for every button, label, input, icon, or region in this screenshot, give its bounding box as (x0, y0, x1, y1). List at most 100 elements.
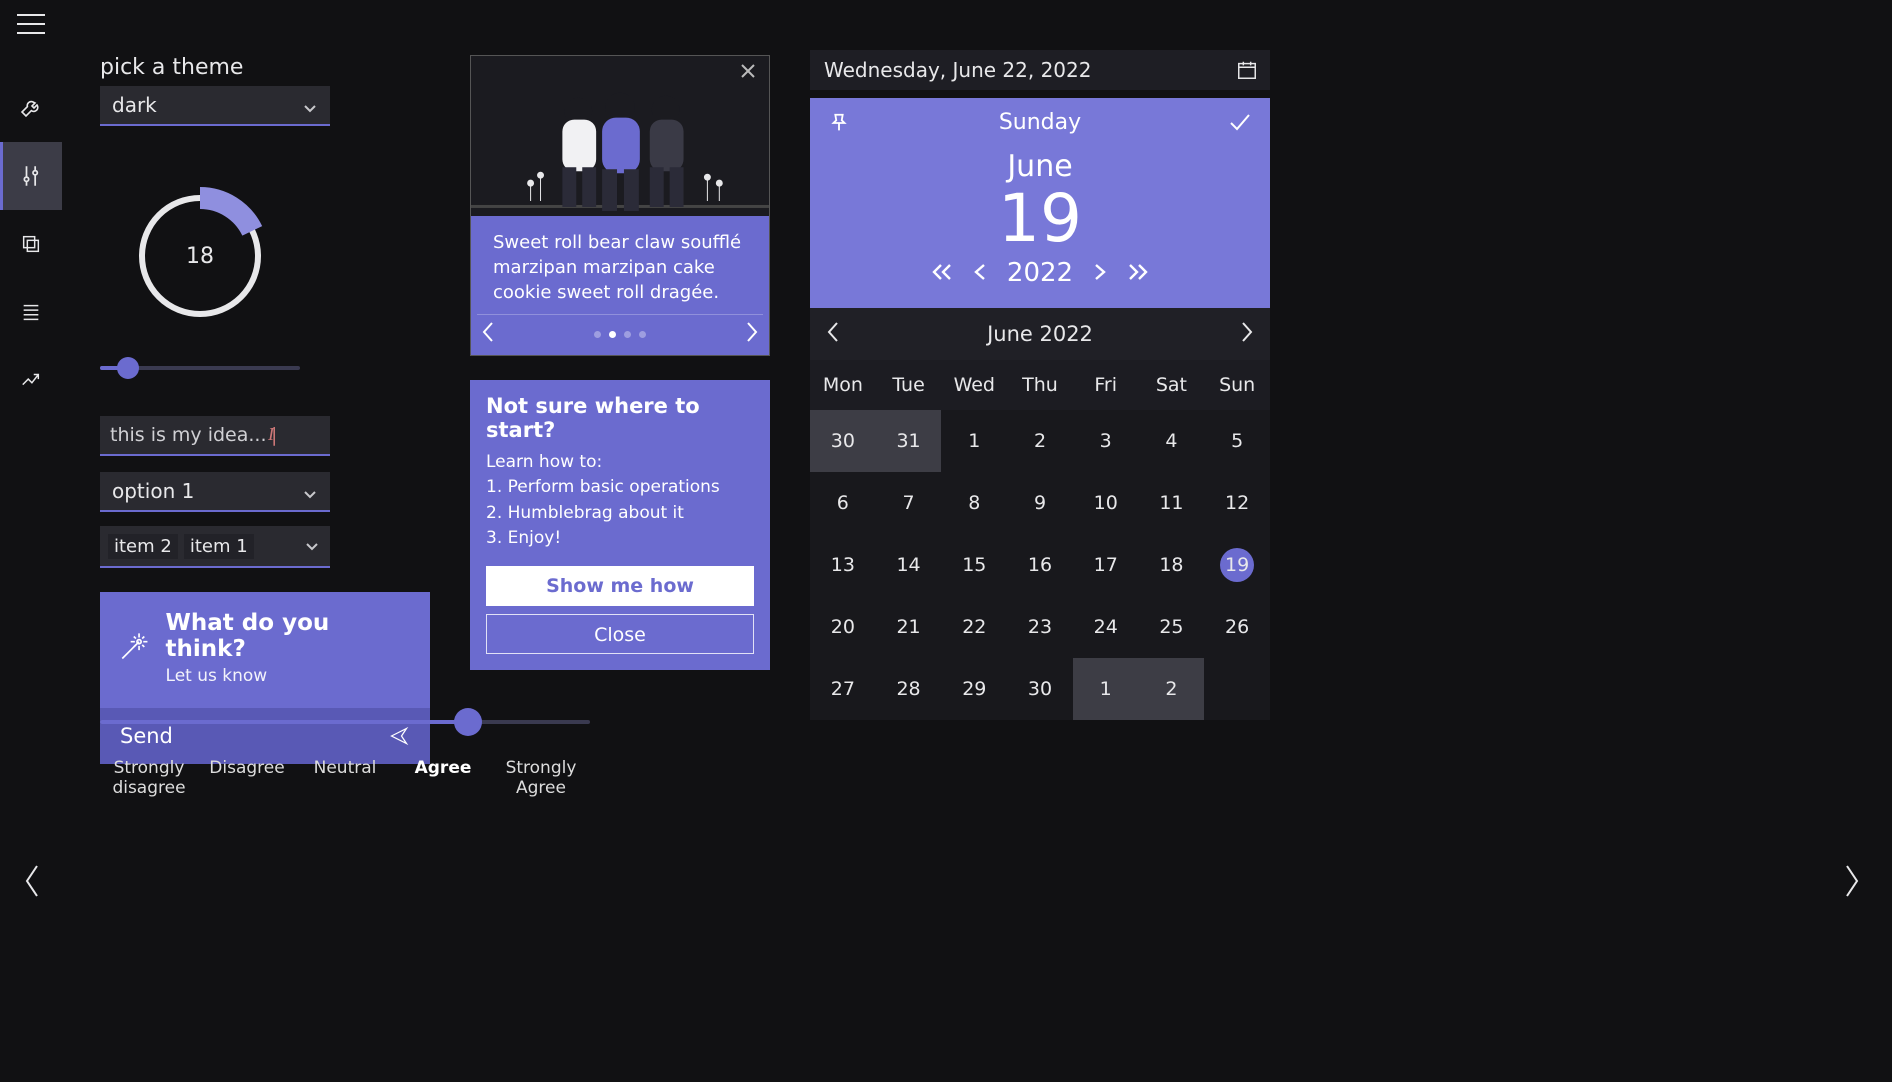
calendar-day[interactable]: 9 (1007, 472, 1073, 534)
likert-label: StronglyAgree (492, 758, 590, 798)
calendar-day[interactable]: 24 (1073, 596, 1139, 658)
promo-intro: Learn how to: (486, 450, 754, 476)
calendar-day[interactable]: 2 (1007, 410, 1073, 472)
calendar: June 2022 MonTueWedThuFriSatSun 30311234… (810, 308, 1270, 720)
option-select[interactable]: option 1 (100, 472, 330, 512)
idea-input[interactable]: this is my idea...| I (100, 416, 330, 456)
pin-button[interactable] (828, 112, 850, 139)
carousel-card: Sweet roll bear claw soufflé marzipan ma… (470, 55, 770, 356)
calendar-next-button[interactable] (1240, 321, 1254, 348)
hamburger-icon[interactable] (17, 14, 45, 34)
calendar-day[interactable]: 3 (1073, 410, 1139, 472)
likert-label: Disagree (198, 758, 296, 798)
calendar-day[interactable]: 29 (941, 658, 1007, 720)
calendar-prev-button[interactable] (826, 321, 840, 348)
promo-body: Learn how to: 1. Perform basic operation… (486, 450, 754, 552)
rail-tool-layers[interactable] (0, 210, 62, 278)
promo-card: Not sure where to start? Learn how to: 1… (470, 380, 770, 670)
carousel-prev-button[interactable] (481, 321, 495, 348)
calendar-dow: Tue (876, 360, 942, 410)
likert-label: Agree (394, 758, 492, 798)
confirm-button[interactable] (1228, 112, 1252, 137)
calendar-day[interactable]: 1 (1073, 658, 1139, 720)
carousel-dots[interactable] (594, 331, 646, 338)
calendar-day[interactable]: 17 (1073, 534, 1139, 596)
rail-tool-sliders[interactable] (0, 142, 62, 210)
year-prev[interactable] (973, 258, 987, 288)
calendar-day[interactable]: 12 (1204, 472, 1270, 534)
calendar-dow: Thu (1007, 360, 1073, 410)
layers-icon (20, 233, 42, 255)
promo-title: Not sure where to start? (486, 394, 754, 442)
likert-label: Neutral (296, 758, 394, 798)
big-date-day: 19 (810, 186, 1270, 252)
calendar-day[interactable]: 6 (810, 472, 876, 534)
feedback-sub: Let us know (166, 666, 414, 686)
right-column: Wednesday, June 22, 2022 Sunday June 19 … (810, 50, 1270, 720)
chevron-down-icon (304, 538, 320, 554)
calendar-day[interactable]: 27 (810, 658, 876, 720)
year-fast-next[interactable] (1127, 258, 1149, 288)
rail-tool-trend[interactable] (0, 346, 62, 414)
wand-icon (116, 631, 150, 665)
trend-icon (19, 369, 43, 391)
carousel-next-button[interactable] (745, 321, 759, 348)
calendar-title: June 2022 (987, 322, 1093, 346)
theme-value: dark (112, 93, 157, 117)
promo-step: 1. Perform basic operations (486, 475, 754, 501)
carousel-caption: Sweet roll bear claw soufflé marzipan ma… (477, 216, 763, 315)
date-bar[interactable]: Wednesday, June 22, 2022 (810, 50, 1270, 90)
page-prev-button[interactable] (12, 841, 52, 921)
rail-tool-list[interactable] (0, 278, 62, 346)
calendar-day[interactable]: 19 (1204, 534, 1270, 596)
calendar-day[interactable]: 2 (1139, 658, 1205, 720)
calendar-day[interactable]: 1 (941, 410, 1007, 472)
calendar-day[interactable]: 15 (941, 534, 1007, 596)
donut-chart: 18 (130, 186, 270, 326)
calendar-dow: Fri (1073, 360, 1139, 410)
close-button[interactable]: Close (486, 614, 754, 654)
tag: item 1 (184, 534, 254, 559)
calendar-day[interactable]: 31 (876, 410, 942, 472)
calendar-day[interactable]: 11 (1139, 472, 1205, 534)
date-bar-text: Wednesday, June 22, 2022 (824, 58, 1091, 82)
calendar-day[interactable]: 30 (810, 410, 876, 472)
big-date-card: Sunday June 19 2022 (810, 98, 1270, 308)
calendar-day[interactable]: 30 (1007, 658, 1073, 720)
calendar-day[interactable]: 13 (810, 534, 876, 596)
rail-tool-wrench[interactable] (0, 74, 62, 142)
big-date-dow: Sunday (810, 110, 1270, 135)
sliders-icon (20, 163, 46, 189)
calendar-day[interactable]: 5 (1204, 410, 1270, 472)
calendar-day[interactable]: 25 (1139, 596, 1205, 658)
chevron-down-icon (302, 97, 318, 113)
calendar-day[interactable]: 10 (1073, 472, 1139, 534)
calendar-day[interactable]: 21 (876, 596, 942, 658)
likert-slider[interactable]: StronglydisagreeDisagreeNeutralAgreeStro… (100, 710, 590, 798)
option-value: option 1 (112, 479, 194, 503)
multiselect[interactable]: item 2 item 1 (100, 526, 330, 568)
big-date-month: June (810, 149, 1270, 184)
calendar-day[interactable]: 8 (941, 472, 1007, 534)
calendar-day[interactable]: 20 (810, 596, 876, 658)
calendar-day[interactable]: 14 (876, 534, 942, 596)
calendar-day[interactable]: 18 (1139, 534, 1205, 596)
page-next-button[interactable] (1832, 841, 1872, 921)
calendar-day[interactable]: 28 (876, 658, 942, 720)
calendar-dow: Wed (941, 360, 1007, 410)
calendar-day[interactable]: 23 (1007, 596, 1073, 658)
small-slider[interactable] (100, 356, 300, 380)
donut-value: 18 (130, 186, 270, 326)
theme-select[interactable]: dark (100, 86, 330, 126)
people-illustration (471, 56, 769, 215)
calendar-day[interactable]: 16 (1007, 534, 1073, 596)
year-fast-prev[interactable] (931, 258, 953, 288)
show-me-button[interactable]: Show me how (486, 566, 754, 606)
calendar-day[interactable]: 4 (1139, 410, 1205, 472)
calendar-day[interactable]: 26 (1204, 596, 1270, 658)
calendar-day[interactable]: 7 (876, 472, 942, 534)
year-next[interactable] (1093, 258, 1107, 288)
theme-label: pick a theme (100, 55, 440, 80)
calendar-day[interactable]: 22 (941, 596, 1007, 658)
promo-step: 2. Humblebrag about it (486, 501, 754, 527)
